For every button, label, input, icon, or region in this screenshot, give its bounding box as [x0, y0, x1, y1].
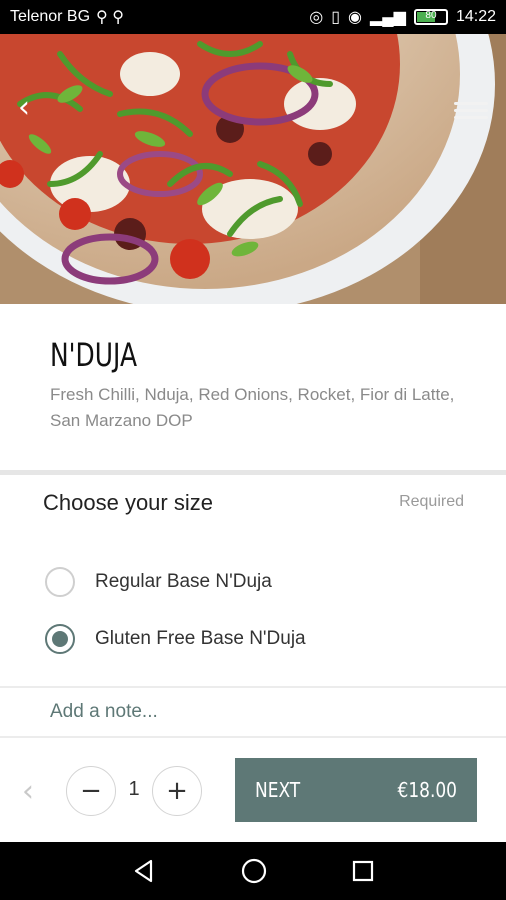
product-image: ‹	[0, 34, 506, 304]
size-option-regular[interactable]: Regular Base N'Duja	[45, 567, 272, 597]
note-container	[0, 686, 506, 738]
pizza-illustration	[0, 34, 506, 304]
product-info: N'DUJA Fresh Chilli, Nduja, Red Onions, …	[0, 304, 506, 470]
radio-checked-icon[interactable]	[45, 624, 75, 654]
size-option-gluten-free[interactable]: Gluten Free Base N'Duja	[45, 624, 306, 654]
next-button-label: NEXT	[255, 778, 301, 802]
radio-unchecked-icon[interactable]	[45, 567, 75, 597]
previous-item-button[interactable]: ‹	[22, 774, 34, 809]
clock: 14:22	[455, 8, 496, 25]
eye-icon: ◉	[348, 9, 362, 26]
battery-level: 80	[425, 10, 437, 21]
menu-button[interactable]	[454, 98, 488, 124]
product-title: N'DUJA	[50, 336, 138, 374]
battery-icon: 80	[413, 9, 448, 25]
signal-icon: ▂▄▆	[370, 9, 406, 26]
system-nav-bar	[0, 842, 506, 900]
size-option-label: Gluten Free Base N'Duja	[95, 628, 306, 649]
vibrate-icon: ▯	[331, 9, 341, 26]
plus-icon: +	[166, 776, 188, 806]
note-input[interactable]	[0, 688, 506, 736]
minus-icon: −	[80, 776, 102, 806]
decrease-quantity-button[interactable]: −	[66, 766, 116, 816]
size-section-heading: Choose your size	[43, 490, 213, 515]
usb-icon: ⚲ ⚲	[96, 9, 124, 26]
back-button[interactable]: ‹	[10, 93, 38, 123]
chevron-left-icon: ‹	[22, 774, 34, 809]
square-recents-icon[interactable]	[351, 859, 375, 883]
chevron-left-icon: ‹	[18, 90, 30, 125]
next-button[interactable]: NEXT €18.00	[235, 758, 477, 822]
status-icons: ◎ ▯ ◉ ▂▄▆ 80 14:22	[309, 7, 496, 27]
circle-home-icon[interactable]	[240, 857, 268, 885]
triangle-back-icon[interactable]	[131, 858, 157, 884]
product-description: Fresh Chilli, Nduja, Red Onions, Rocket,…	[50, 385, 455, 430]
hamburger-menu-icon	[454, 102, 488, 105]
carrier-group: Telenor BG ⚲ ⚲	[10, 7, 124, 27]
carrier-name: Telenor BG	[10, 8, 91, 25]
quantity-value: 1	[128, 778, 140, 800]
hotspot-icon: ◎	[309, 9, 324, 26]
increase-quantity-button[interactable]: +	[152, 766, 202, 816]
size-option-label: Regular Base N'Duja	[95, 571, 272, 592]
action-bar: ‹ − 1 + NEXT €18.00	[0, 740, 506, 840]
status-bar: Telenor BG ⚲ ⚲ ◎ ▯ ◉ ▂▄▆ 80 14:22	[0, 0, 506, 34]
next-button-price: €18.00	[397, 778, 457, 802]
section-divider	[0, 470, 506, 475]
required-label: Required	[399, 493, 464, 510]
